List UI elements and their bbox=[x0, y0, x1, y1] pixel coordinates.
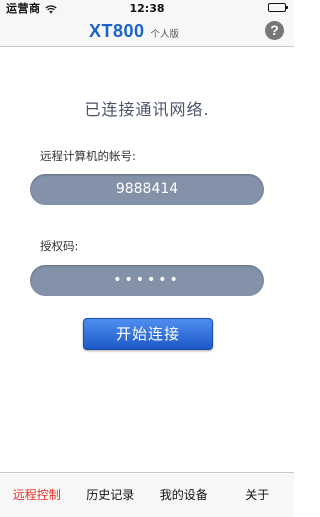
account-label: 远程计算机的帐号: bbox=[40, 149, 136, 163]
connection-status-message: 已连接通讯网络. bbox=[84, 100, 210, 119]
tab-remote-control[interactable]: 远程控制 bbox=[0, 473, 74, 517]
status-bar: 运营商 12:38 bbox=[0, 0, 294, 16]
password-label: 授权码: bbox=[40, 239, 79, 253]
brand-logo: XT800 bbox=[89, 21, 145, 41]
authorization-code-input[interactable]: •••••• bbox=[30, 265, 264, 296]
tab-about[interactable]: 关于 bbox=[221, 473, 295, 517]
navigation-bar: XT800 个人版 ? bbox=[0, 16, 294, 47]
edition-label: 个人版 bbox=[150, 29, 180, 40]
start-connection-button[interactable]: 开始连接 bbox=[83, 318, 213, 350]
app-screen: 运营商 12:38 XT800 个人版 ? 已连接通讯网络. 远程计算机的帐号:… bbox=[0, 0, 294, 517]
help-icon[interactable]: ? bbox=[265, 21, 284, 40]
battery-icon bbox=[268, 3, 288, 12]
clock: 12:38 bbox=[129, 1, 165, 15]
tab-my-devices[interactable]: 我的设备 bbox=[147, 473, 221, 517]
tab-history[interactable]: 历史记录 bbox=[74, 473, 148, 517]
tab-bar: 远程控制 历史记录 我的设备 关于 bbox=[0, 472, 294, 517]
account-input[interactable]: 9888414 bbox=[30, 174, 264, 205]
app-title: XT800 个人版 bbox=[89, 21, 179, 42]
